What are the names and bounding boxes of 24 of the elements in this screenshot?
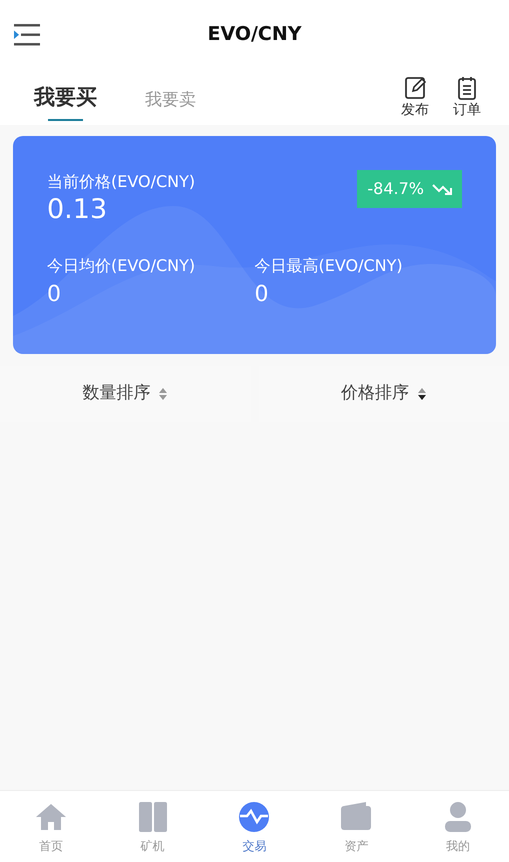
nav-tab[interactable]: 资产 — [305, 791, 408, 862]
menu-icon[interactable] — [13, 24, 41, 46]
page-title: EVO/CNY — [207, 22, 302, 47]
wave-circle-icon — [238, 801, 270, 833]
stat-label: 今日均价(EVO/CNY) — [47, 255, 196, 278]
price-label: 当前价格(EVO/CNY) — [47, 171, 196, 193]
stat-value: 0 — [47, 281, 62, 310]
nav-tab[interactable]: 我的 — [407, 791, 509, 862]
action-button[interactable]: 发布 — [401, 76, 429, 121]
home-icon — [34, 801, 67, 833]
nav-tab[interactable]: 首页 — [0, 791, 102, 862]
tab[interactable]: 我要买 — [34, 82, 97, 121]
stat-value: 0 — [254, 281, 270, 310]
clipboard-icon — [456, 76, 478, 100]
price-value: 0.13 — [47, 194, 108, 226]
nav-tab[interactable]: 交易 — [204, 791, 306, 862]
wallet-icon — [340, 801, 372, 833]
tab[interactable]: 我要卖 — [145, 88, 196, 121]
stat-label: 今日最高(EVO/CNY) — [254, 255, 404, 278]
cabinet-icon — [136, 801, 169, 833]
nav-tab[interactable]: 矿机 — [102, 791, 204, 862]
edit-icon — [404, 76, 426, 100]
action-button[interactable]: 订单 — [453, 76, 481, 121]
change-text: -84.7% — [367, 178, 424, 200]
